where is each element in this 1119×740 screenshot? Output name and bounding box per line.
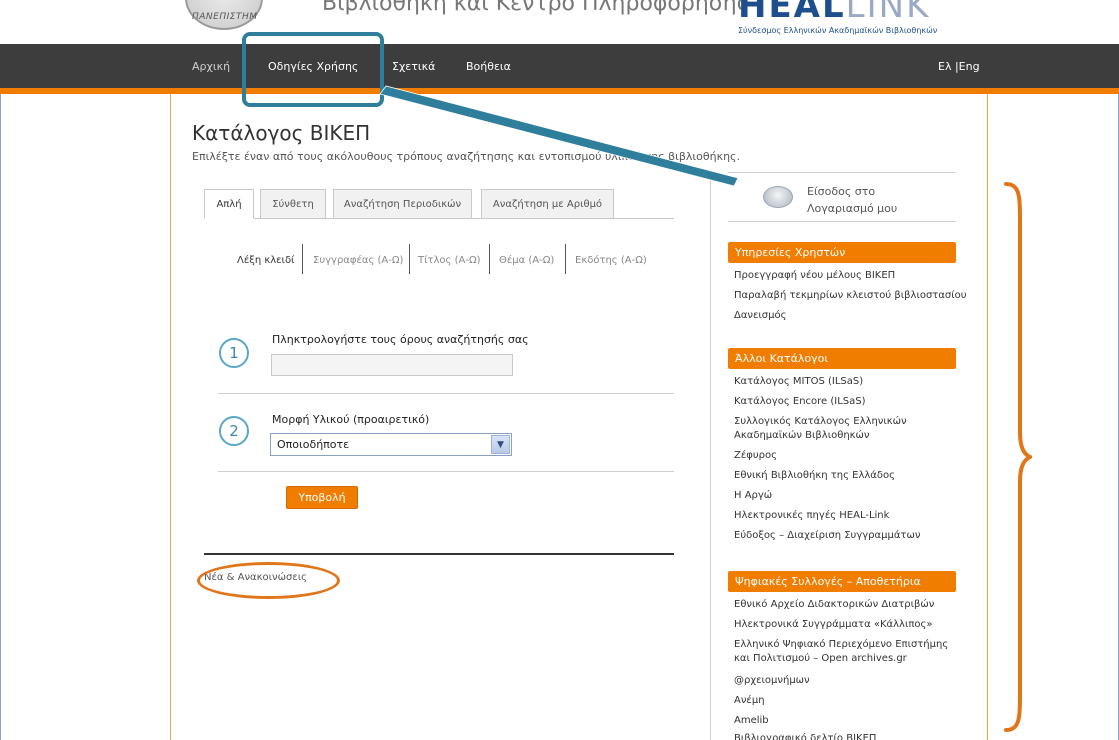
annotation-arrow-shaft — [379, 85, 739, 187]
annotation-highlight-ellipse — [197, 562, 340, 599]
brace-path — [1004, 182, 1032, 732]
annotation-arrow — [379, 85, 739, 187]
annotation-curly-brace — [1004, 182, 1032, 732]
